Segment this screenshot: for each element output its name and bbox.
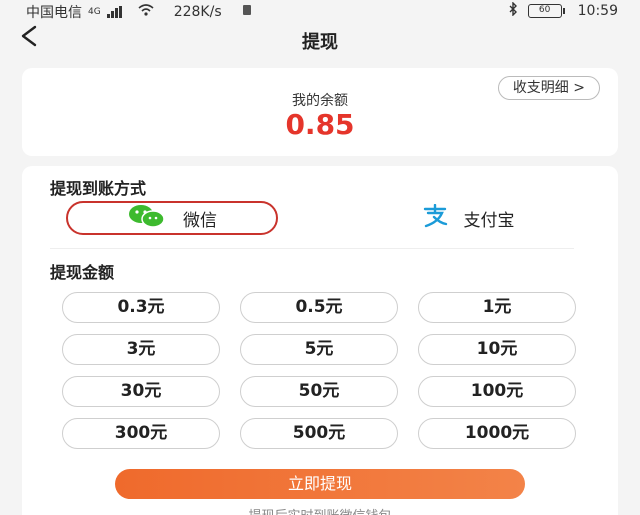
- wechat-icon: [127, 204, 167, 233]
- amount-option[interactable]: 1元: [418, 292, 576, 323]
- amount-option[interactable]: 300元: [62, 418, 220, 449]
- balance-label: 我的余额: [292, 93, 348, 109]
- amount-option[interactable]: 10元: [418, 334, 576, 365]
- amount-option[interactable]: 50元: [240, 376, 398, 407]
- withdraw-now-button[interactable]: 立即提现: [115, 469, 525, 499]
- page-title: 提现: [302, 32, 338, 53]
- amount-option[interactable]: 500元: [240, 418, 398, 449]
- pay-option-label: 支付宝: [463, 210, 515, 231]
- pay-option-wechat[interactable]: 微信: [66, 201, 278, 235]
- amount-grid: 0.3元 0.5元 1元 3元 5元 10元 30元 50元 100元 300元…: [62, 292, 578, 449]
- amount-title: 提现金额: [50, 263, 115, 282]
- amount-option[interactable]: 3元: [62, 334, 220, 365]
- pay-option-label: 微信: [183, 210, 217, 231]
- notification-icon: [242, 4, 252, 20]
- amount-option[interactable]: 100元: [418, 376, 576, 407]
- clock: 10:59: [577, 3, 618, 19]
- wifi-icon: [138, 4, 154, 20]
- amount-option[interactable]: 0.3元: [62, 292, 220, 323]
- status-bar: 中国电信 4G 228K/s 60 10:59: [0, 0, 640, 22]
- amount-option[interactable]: 1000元: [418, 418, 576, 449]
- carrier-label: 中国电信: [26, 5, 82, 21]
- alipay-icon: [422, 203, 448, 233]
- balance-value: 0.85: [285, 108, 355, 141]
- balance-card: 收支明细 > 我的余额 0.85: [22, 68, 618, 156]
- bluetooth-icon: [508, 1, 518, 20]
- payout-method-title: 提现到账方式: [50, 179, 147, 198]
- network-speed: 228K/s: [173, 4, 222, 20]
- network-label: 4G: [88, 7, 101, 17]
- amount-option[interactable]: 30元: [62, 376, 220, 407]
- amount-option[interactable]: 0.5元: [240, 292, 398, 323]
- battery-icon: 60: [527, 4, 565, 18]
- nav-bar: 提现: [0, 22, 640, 58]
- pay-option-alipay[interactable]: 支付宝: [378, 201, 558, 235]
- divider: [50, 248, 574, 249]
- signal-icon: [106, 6, 122, 18]
- withdraw-note: 提现后实时到账微信钱包: [0, 505, 640, 515]
- withdraw-card: 提现到账方式 微信 支付宝 提现金额 0.3元 0.5元 1元 3元 5元 10…: [22, 166, 618, 515]
- amount-option[interactable]: 5元: [240, 334, 398, 365]
